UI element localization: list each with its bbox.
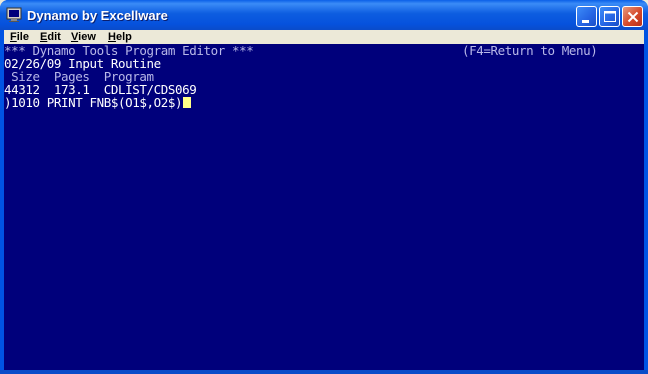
menu-help-accelerator: H xyxy=(108,31,116,43)
menu-file-label: ile xyxy=(16,31,29,43)
menu-bar: File Edit View Help xyxy=(4,30,644,44)
maximize-button[interactable] xyxy=(599,6,620,27)
return-to-menu-hint[interactable]: (F4=Return to Menu) xyxy=(462,44,598,57)
window-title: Dynamo by Excellware xyxy=(27,8,168,23)
app-window: Dynamo by Excellware File Edit View Help xyxy=(0,0,648,374)
minimize-icon xyxy=(582,20,589,23)
edit-line[interactable]: )1010 PRINT FNB$(O1$,O2$) xyxy=(4,95,192,110)
menu-edit-label: dit xyxy=(47,31,61,43)
title-bar[interactable]: Dynamo by Excellware xyxy=(0,0,648,30)
terminal-screen[interactable]: *** Dynamo Tools Program Editor *** (F4=… xyxy=(4,44,644,370)
close-button[interactable] xyxy=(622,6,643,27)
menu-edit[interactable]: Edit xyxy=(40,30,61,44)
close-icon xyxy=(627,11,639,23)
menu-file-accelerator: F xyxy=(10,31,17,43)
edit-line-text[interactable]: )1010 PRINT FNB$(O1$,O2$) xyxy=(4,95,183,110)
terminal-app-icon[interactable] xyxy=(6,7,22,23)
menu-view-label: iew xyxy=(78,31,96,43)
window-bottom-border xyxy=(0,370,648,374)
menu-view[interactable]: View xyxy=(71,30,96,44)
menu-help-label: elp xyxy=(115,31,132,43)
client-area: File Edit View Help *** Dynamo Tools Pro… xyxy=(4,30,644,370)
text-cursor xyxy=(183,97,192,108)
menu-help[interactable]: Help xyxy=(108,30,132,44)
maximize-icon xyxy=(604,11,616,22)
minimize-button[interactable] xyxy=(576,6,597,27)
menu-file[interactable]: File xyxy=(10,30,29,44)
